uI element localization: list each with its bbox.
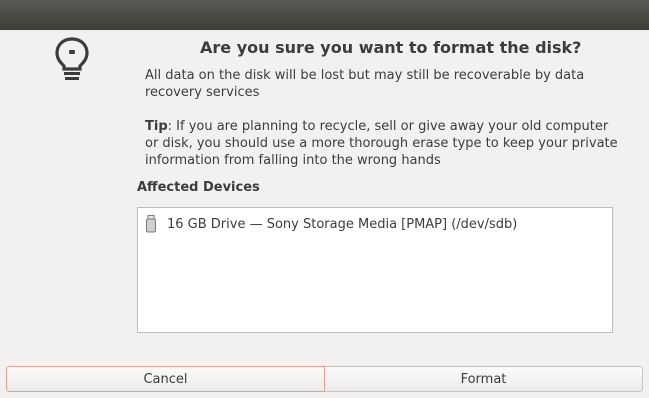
device-label: 16 GB Drive — Sony Storage Media [PMAP] …	[167, 216, 518, 232]
format-button[interactable]: Format	[325, 366, 643, 392]
format-disk-dialog: Are you sure you want to format the disk…	[0, 0, 649, 398]
cancel-button[interactable]: Cancel	[6, 366, 325, 392]
dialog-titlebar[interactable]	[0, 0, 649, 30]
lightbulb-icon	[54, 36, 90, 84]
dialog-title: Are you sure you want to format the disk…	[200, 38, 582, 57]
usb-drive-icon	[146, 215, 156, 233]
tip-body: : If you are planning to recycle, sell o…	[145, 119, 618, 168]
dialog-button-bar: Cancel Format	[0, 360, 649, 398]
tip-label: Tip	[145, 119, 168, 134]
list-item[interactable]: 16 GB Drive — Sony Storage Media [PMAP] …	[146, 214, 586, 234]
dialog-message: All data on the disk will be lost but ma…	[145, 68, 585, 100]
tip-text: Tip: If you are planning to recycle, sel…	[145, 118, 620, 169]
affected-devices-list[interactable]: 16 GB Drive — Sony Storage Media [PMAP] …	[137, 207, 613, 333]
affected-devices-title: Affected Devices	[137, 180, 260, 195]
